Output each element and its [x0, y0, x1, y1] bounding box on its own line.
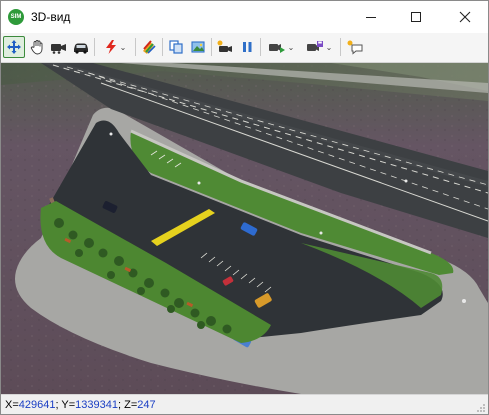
status-bar: X=429641; Y=1339341; Z=247	[1, 394, 488, 414]
coordinates-readout: X=429641; Y=1339341; Z=247	[5, 399, 156, 411]
z-label: ; Z=	[118, 399, 138, 411]
toolbar: ⌄ ⌄ ⌄	[1, 33, 488, 63]
x-value: 429641	[18, 399, 56, 411]
toolbar-separator	[162, 38, 163, 56]
maximize-icon	[411, 12, 421, 22]
note-button[interactable]	[344, 36, 366, 58]
close-button[interactable]	[442, 1, 488, 33]
paint-icon	[143, 40, 156, 54]
app-icon: SIM	[8, 9, 24, 25]
chevron-down-icon: ⌄	[325, 42, 333, 52]
camera-car-icon	[51, 44, 66, 54]
x-label: X=	[5, 399, 19, 411]
lightning-icon	[105, 40, 116, 54]
3d-viewport[interactable]	[1, 63, 488, 394]
image-icon	[191, 41, 205, 53]
toolbar-separator	[135, 38, 136, 56]
camera-car-button[interactable]	[49, 36, 69, 58]
pause-button[interactable]	[237, 36, 257, 58]
y-label: ; Y=	[55, 399, 76, 411]
minimize-button[interactable]	[348, 1, 394, 33]
pause-icon	[243, 42, 252, 52]
copy-button[interactable]	[166, 36, 186, 58]
record-camera-button[interactable]	[215, 36, 235, 58]
viewer-window: SIM 3D-вид ⌄ ⌄ ⌄ X=429641; Y=1339341; Z=…	[0, 0, 489, 415]
close-icon	[459, 11, 471, 23]
toolbar-separator	[211, 38, 212, 56]
chevron-down-icon: ⌄	[119, 42, 127, 52]
car-icon	[74, 43, 88, 54]
resize-grip-icon[interactable]	[476, 403, 486, 413]
play-camera-button[interactable]: ⌄	[264, 36, 298, 58]
maximize-button[interactable]	[393, 1, 439, 33]
record-camera-icon	[217, 40, 232, 52]
toolbar-separator	[340, 38, 341, 56]
toolbar-separator	[94, 38, 95, 56]
save-camera-icon	[306, 41, 323, 51]
minimize-icon	[366, 17, 376, 18]
car-view-button[interactable]	[71, 36, 91, 58]
toolbar-separator	[260, 38, 261, 56]
hand-icon	[30, 40, 43, 55]
hand-button[interactable]	[27, 36, 47, 58]
window-title: 3D-вид	[31, 10, 71, 24]
3d-scene[interactable]	[1, 63, 488, 394]
save-camera-button[interactable]: ⌄	[302, 36, 336, 58]
image-button[interactable]	[188, 36, 208, 58]
play-camera-icon	[268, 44, 285, 53]
title-bar: SIM 3D-вид	[1, 1, 488, 33]
pan-move-button[interactable]	[3, 36, 25, 58]
y-value: 1339341	[75, 399, 118, 411]
copy-icon	[169, 40, 183, 54]
move-arrows-icon	[7, 40, 21, 54]
chevron-down-icon: ⌄	[287, 42, 295, 52]
speech-note-icon	[347, 40, 363, 55]
z-value: 247	[137, 399, 156, 411]
lightning-button[interactable]: ⌄	[98, 36, 132, 58]
paint-button[interactable]	[139, 36, 159, 58]
